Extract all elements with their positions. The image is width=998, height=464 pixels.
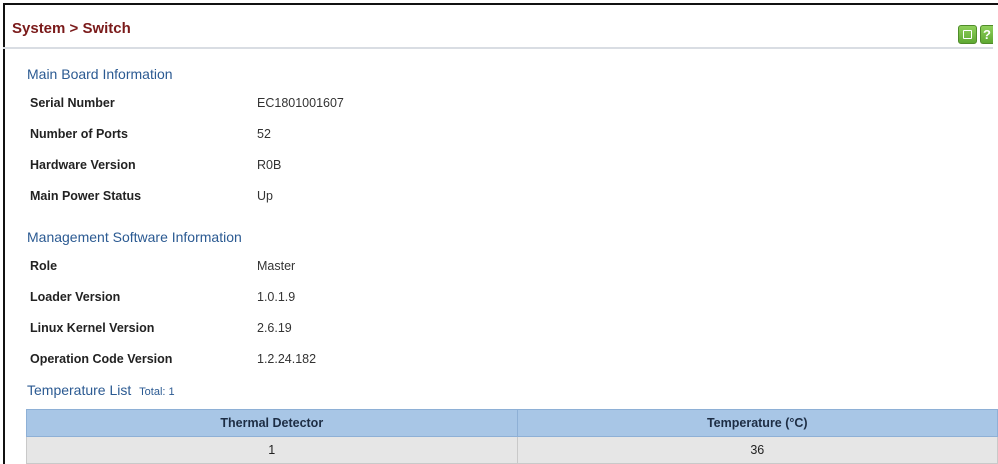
info-label: Role [30, 259, 58, 273]
table-row: 1 36 [26, 436, 998, 464]
info-value: R0B [257, 158, 282, 172]
temperature-cell: 36 [516, 436, 998, 464]
info-label: Serial Number [30, 96, 115, 110]
temperature-table: Thermal Detector Temperature (°C) 1 36 [26, 409, 998, 464]
page-title: System > Switch [12, 20, 131, 37]
info-value: EC1801001607 [257, 96, 344, 110]
temperature-list-title: Temperature List Total: 1 [27, 382, 175, 398]
info-label: Loader Version [30, 290, 121, 304]
info-value: Up [257, 189, 273, 203]
save-icon[interactable] [958, 25, 977, 44]
info-label: Linux Kernel Version [30, 321, 155, 335]
info-row-hardware-version: Hardware Version R0B [30, 158, 630, 174]
info-label: Main Power Status [30, 189, 142, 203]
title-bar: System > Switch ? [3, 9, 993, 49]
info-row-linux-kernel-version: Linux Kernel Version 2.6.19 [30, 321, 630, 337]
info-value: 52 [257, 127, 271, 141]
info-row-serial-number: Serial Number EC1801001607 [30, 96, 630, 112]
info-row-number-of-ports: Number of Ports 52 [30, 127, 630, 143]
thermal-detector-cell: 1 [26, 436, 518, 464]
software-section-title: Management Software Information [27, 229, 242, 245]
column-header-temperature: Temperature (°C) [516, 409, 998, 437]
info-row-role: Role Master [30, 259, 630, 275]
main-board-section-title: Main Board Information [27, 66, 173, 82]
column-header-thermal-detector: Thermal Detector [26, 409, 518, 437]
info-row-operation-code-version: Operation Code Version 1.2.24.182 [30, 352, 630, 368]
temperature-total: Total: 1 [139, 386, 175, 398]
info-row-main-power-status: Main Power Status Up [30, 189, 630, 205]
info-value: 1.2.24.182 [257, 352, 317, 366]
info-label: Hardware Version [30, 158, 136, 172]
info-row-loader-version: Loader Version 1.0.1.9 [30, 290, 630, 306]
help-icon[interactable]: ? [980, 25, 993, 44]
info-value: Master [257, 259, 296, 273]
info-value: 2.6.19 [257, 321, 292, 335]
info-value: 1.0.1.9 [257, 290, 296, 304]
info-label: Operation Code Version [30, 352, 173, 366]
temperature-list-label: Temperature List [27, 382, 132, 398]
title-icons: ? [958, 25, 993, 44]
table-header-row: Thermal Detector Temperature (°C) [26, 409, 998, 437]
info-label: Number of Ports [30, 127, 128, 141]
